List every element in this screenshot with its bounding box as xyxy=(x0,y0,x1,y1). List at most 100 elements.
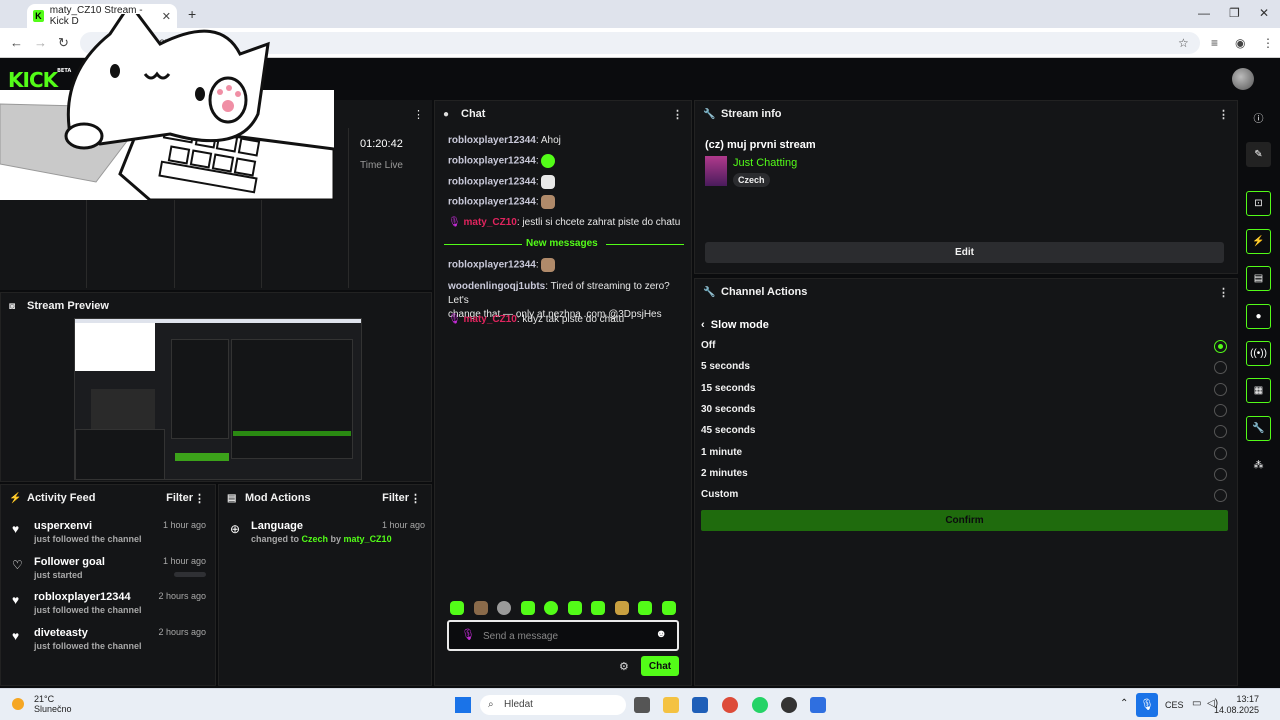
camera-focus-icon[interactable]: ⊡ xyxy=(1246,191,1271,216)
maximize-icon[interactable]: ❐ xyxy=(1229,6,1240,20)
confirm-button[interactable]: Confirm xyxy=(701,510,1228,531)
chat-input[interactable] xyxy=(483,628,643,644)
chevron-up-icon[interactable]: ⌃ xyxy=(1120,698,1128,709)
activity-filter-button[interactable]: Filter xyxy=(166,492,193,504)
chat-settings-gear-icon[interactable]: ⚙ xyxy=(619,660,629,673)
file-explorer-icon[interactable] xyxy=(663,697,679,713)
slow-mode-option[interactable]: 2 minutes xyxy=(701,467,1227,482)
preview-chat xyxy=(171,339,229,439)
radio-button[interactable] xyxy=(1214,361,1227,375)
mod-action-user[interactable]: maty_CZ10 xyxy=(344,534,392,544)
emote-icon[interactable] xyxy=(497,601,512,615)
live-time: 01:20:42 xyxy=(360,138,403,150)
chat-username[interactable]: woodenlingoqj1ubts xyxy=(448,281,545,292)
bookmark-star-icon[interactable]: ☆ xyxy=(1178,36,1189,50)
taskbar-clock[interactable]: 13:17 14.08.2025 xyxy=(1214,694,1259,716)
task-view-icon[interactable] xyxy=(634,697,650,713)
taskbar-search[interactable]: ⌕ Hledat xyxy=(480,695,626,715)
profile-icon[interactable]: ◉ xyxy=(1235,36,1245,50)
feed-item-time: 1 hour ago xyxy=(162,520,206,530)
radio-button[interactable] xyxy=(1214,382,1227,396)
layout-icon[interactable]: ▦ xyxy=(1246,378,1271,403)
channel-actions-menu-icon[interactable]: ⋮ xyxy=(1218,286,1229,299)
emote-icon[interactable] xyxy=(544,601,559,615)
slow-mode-option[interactable]: 15 seconds xyxy=(701,382,1227,397)
emote-icon[interactable] xyxy=(638,601,653,615)
slow-mode-option[interactable]: Custom xyxy=(701,489,1227,503)
emote-icon[interactable] xyxy=(614,601,629,615)
emote-icon[interactable] xyxy=(450,601,464,615)
mod-actions-title: Mod Actions xyxy=(245,492,311,504)
chat-username[interactable]: robloxplayer12344 xyxy=(448,177,536,188)
send-chat-button[interactable]: Chat xyxy=(641,656,679,676)
document-icon[interactable]: ▤ xyxy=(1246,266,1271,291)
chat-menu-icon[interactable]: ⋮ xyxy=(672,108,683,121)
lightning-icon[interactable]: ⚡ xyxy=(1246,229,1271,254)
category-thumbnail[interactable] xyxy=(705,156,727,186)
chat-bubble-icon[interactable]: ● xyxy=(1246,304,1271,329)
heart-outline-icon: ♡ xyxy=(12,558,23,572)
video-menu-icon[interactable]: ⋮ xyxy=(413,108,424,121)
close-window-icon[interactable]: ✕ xyxy=(1259,6,1269,20)
feed-item-subtitle: just followed the channel xyxy=(34,605,142,615)
broadcast-icon[interactable]: ((•)) xyxy=(1246,341,1271,366)
minimize-icon[interactable]: — xyxy=(1198,6,1210,20)
more-widgets-icon[interactable]: ⁂ xyxy=(1246,453,1271,478)
activity-menu-icon[interactable]: ⋮ xyxy=(194,492,205,505)
slow-mode-option[interactable]: 45 seconds xyxy=(701,425,1227,439)
green-emote-icon[interactable] xyxy=(541,154,556,168)
chat-username[interactable]: maty_CZ10 xyxy=(463,217,516,228)
chat-username[interactable]: robloxplayer12344 xyxy=(448,197,536,208)
mod-menu-icon[interactable]: ⋮ xyxy=(410,492,421,505)
radio-button[interactable] xyxy=(1214,446,1227,460)
reading-list-icon[interactable]: ≡ xyxy=(1211,36,1218,50)
chat-username[interactable]: maty_CZ10 xyxy=(463,314,516,325)
microphone-icon[interactable]: 🎙 xyxy=(1136,693,1158,717)
category-link[interactable]: Just Chatting xyxy=(733,157,797,169)
stream-info-menu-icon[interactable]: ⋮ xyxy=(1218,108,1229,121)
ghost-emote-icon[interactable] xyxy=(541,175,556,189)
weather-widget[interactable]: 21°C Slunečno xyxy=(12,694,72,714)
heart-filled-icon: ♥ xyxy=(12,629,20,643)
user-avatar[interactable] xyxy=(1232,68,1254,90)
chat-username[interactable]: robloxplayer12344 xyxy=(448,260,536,271)
slow-mode-option[interactable]: 30 seconds xyxy=(701,403,1227,418)
cat-emote-icon[interactable] xyxy=(541,258,556,272)
chat-username[interactable]: robloxplayer12344 xyxy=(448,156,536,167)
store-icon[interactable] xyxy=(692,697,708,713)
slow-mode-option[interactable]: Off xyxy=(701,340,1227,354)
pencil-icon[interactable]: ✎ xyxy=(1246,142,1271,167)
feed-item-name[interactable]: robloxplayer12344 xyxy=(34,591,131,603)
emote-icon[interactable] xyxy=(473,601,488,615)
obs-icon[interactable] xyxy=(781,697,797,713)
slow-mode-option[interactable]: 5 seconds xyxy=(701,361,1227,375)
emote-icon[interactable] xyxy=(591,601,606,615)
radio-button[interactable] xyxy=(1214,489,1227,503)
emote-icon[interactable] xyxy=(520,601,535,615)
wrench-icon[interactable]: 🔧 xyxy=(1246,416,1271,441)
feed-item-name[interactable]: diveteasty xyxy=(34,627,88,639)
radio-button[interactable] xyxy=(1214,340,1227,353)
windows-start-icon[interactable] xyxy=(455,697,471,713)
slow-mode-option[interactable]: 1 minute xyxy=(701,446,1227,461)
radio-button[interactable] xyxy=(1214,403,1227,417)
edit-stream-button[interactable]: Edit xyxy=(705,242,1224,263)
radio-button[interactable] xyxy=(1214,467,1227,481)
browser-menu-icon[interactable]: ⋮ xyxy=(1262,36,1274,50)
emoji-picker-icon[interactable]: ☻ xyxy=(655,628,667,640)
network-icon[interactable]: ▭ xyxy=(1192,698,1201,709)
radio-button[interactable] xyxy=(1214,425,1227,439)
emote-icon[interactable] xyxy=(661,601,676,615)
cat-emote-icon[interactable] xyxy=(541,195,556,209)
emote-icon[interactable] xyxy=(567,601,582,615)
chrome-icon[interactable] xyxy=(722,697,738,713)
whatsapp-icon[interactable] xyxy=(752,697,768,713)
feed-item-name[interactable]: usperxenvi xyxy=(34,520,92,532)
language-indicator[interactable]: CES xyxy=(1165,700,1184,710)
stream-preview-video[interactable] xyxy=(74,318,362,480)
chat-username[interactable]: robloxplayer12344 xyxy=(448,135,536,146)
info-icon[interactable]: ⓘ xyxy=(1246,105,1271,130)
mod-filter-button[interactable]: Filter xyxy=(382,492,409,504)
app-icon[interactable] xyxy=(810,697,826,713)
slow-mode-back[interactable]: ‹ Slow mode xyxy=(701,319,769,331)
